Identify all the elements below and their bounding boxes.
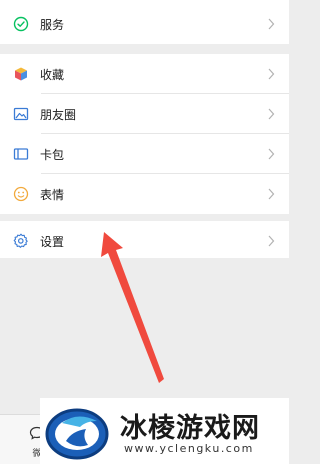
watermark-logo (45, 408, 109, 460)
chevron-right-icon (268, 108, 275, 120)
settings-group: 设置 (0, 221, 289, 261)
menu-item-services[interactable]: 服务 (0, 4, 289, 44)
menu-item-cards[interactable]: 卡包 (0, 134, 289, 174)
menu-item-moments[interactable]: 朋友圈 (0, 94, 289, 134)
watermark-title: 冰棱游戏网 (120, 413, 260, 444)
section-gap (0, 214, 289, 221)
watermark-url: www.yclengku.com (124, 442, 254, 455)
favorites-cube-icon (12, 65, 30, 83)
chevron-right-icon (268, 148, 275, 160)
menu-label-stickers: 表情 (40, 187, 65, 202)
menu-item-stickers[interactable]: 表情 (0, 174, 289, 214)
content-group: 收藏 朋友圈 卡包 表情 (0, 54, 289, 214)
services-group: 服务 (0, 4, 289, 44)
watermark-banner: 冰棱游戏网 www.yclengku.com (40, 398, 289, 464)
menu-label-services: 服务 (40, 17, 65, 32)
menu-label-settings: 设置 (40, 234, 65, 249)
settings-gear-icon (12, 232, 30, 250)
menu-label-cards: 卡包 (40, 147, 65, 162)
chevron-right-icon (268, 188, 275, 200)
menu-label-favorites: 收藏 (40, 67, 65, 82)
empty-area (0, 258, 289, 398)
menu-item-settings[interactable]: 设置 (0, 221, 289, 261)
menu-item-favorites[interactable]: 收藏 (0, 54, 289, 94)
card-wallet-icon (12, 145, 30, 163)
moments-image-icon (12, 105, 30, 123)
chevron-right-icon (268, 235, 275, 247)
section-gap (0, 44, 289, 54)
menu-label-moments: 朋友圈 (40, 107, 77, 122)
chevron-right-icon (268, 18, 275, 30)
sticker-smile-icon (12, 185, 30, 203)
services-check-icon (12, 15, 30, 33)
chevron-right-icon (268, 68, 275, 80)
